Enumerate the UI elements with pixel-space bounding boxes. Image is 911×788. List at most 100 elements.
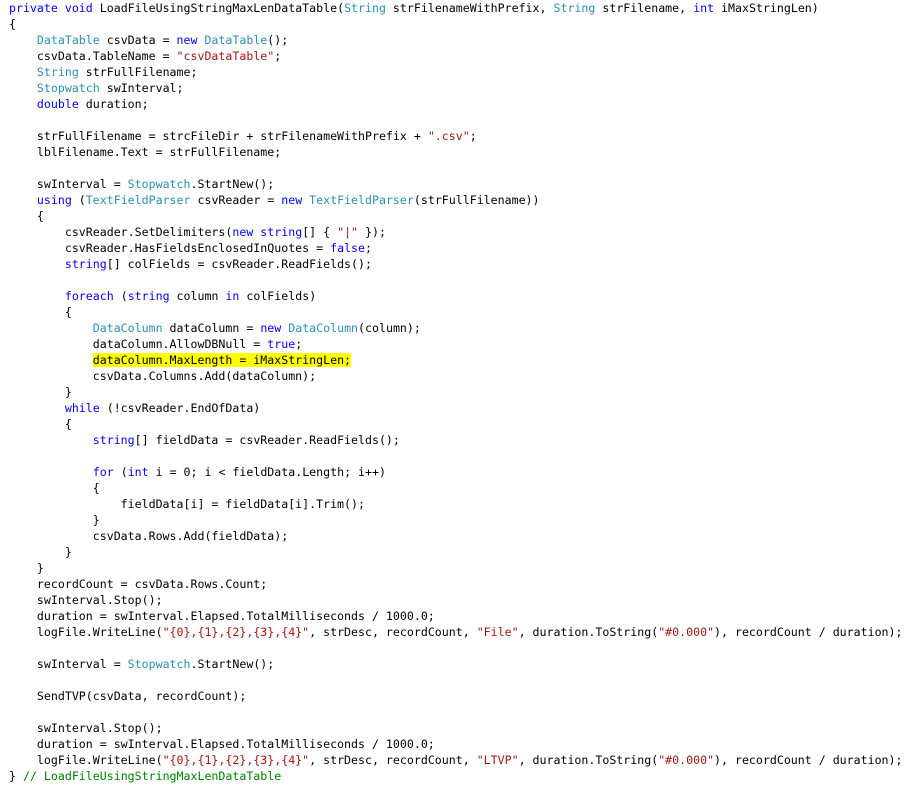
code-line[interactable]: logFile.WriteLine("{0},{1},{2},{3},{4}",… [9,752,903,768]
code-text: swInterval.Stop(); [9,721,163,735]
code-text: .StartNew(); [190,657,275,671]
code-line[interactable] [9,640,903,656]
code-line[interactable]: DataTable csvData = new DataTable(); [9,32,903,48]
type-token: TextFieldParser [309,193,414,207]
code-line[interactable] [9,704,903,720]
code-line[interactable]: dataColumn.AllowDBNull = true; [9,336,903,352]
code-line[interactable]: swInterval = Stopwatch.StartNew(); [9,656,903,672]
code-line[interactable]: duration = swInterval.Elapsed.TotalMilli… [9,608,903,624]
code-editor[interactable]: private void LoadFileUsingStringMaxLenDa… [9,0,903,784]
code-line[interactable]: fieldData[i] = fieldData[i].Trim(); [9,496,903,512]
code-line[interactable]: swInterval.Stop(); [9,720,903,736]
code-line[interactable] [9,272,903,288]
code-line[interactable] [9,672,903,688]
code-line[interactable]: double duration; [9,96,903,112]
code-line[interactable]: dataColumn.MaxLength = iMaxStringLen; [9,352,903,368]
code-text: } [9,561,44,575]
code-text: ), recordCount / duration); [714,753,903,767]
code-line[interactable]: for (int i = 0; i < fieldData.Length; i+… [9,464,903,480]
type-token: DataTable [204,33,268,47]
code-line[interactable]: { [9,480,903,496]
code-line[interactable]: csvReader.SetDelimiters(new string[] { "… [9,224,903,240]
code-text: [] { [302,225,338,239]
code-text: , strDesc, recordCount, [309,753,477,767]
code-line[interactable]: csvReader.HasFieldsEnclosedInQuotes = fa… [9,240,903,256]
code-line[interactable] [9,112,903,128]
code-line[interactable]: { [9,16,903,32]
code-line[interactable]: Stopwatch swInterval; [9,80,903,96]
string-literal: "csvDataTable" [176,49,275,63]
code-line[interactable]: } [9,512,903,528]
code-text: i = 0; i < fieldData.Length; i++) [148,465,386,479]
code-line[interactable]: } [9,544,903,560]
code-text: ; [274,49,282,63]
code-line[interactable]: csvData.Columns.Add(dataColumn); [9,368,903,384]
keyword-token: string [64,257,107,271]
code-line[interactable]: DataColumn dataColumn = new DataColumn(c… [9,320,903,336]
code-text: ), recordCount / duration); [714,625,903,639]
code-line[interactable]: { [9,304,903,320]
code-text: { [9,17,16,31]
code-text: strFullFilename; [78,65,198,79]
code-line[interactable]: { [9,416,903,432]
code-line[interactable]: } [9,560,903,576]
code-line[interactable] [9,448,903,464]
code-text: csvReader.HasFieldsEnclosedInQuotes = [9,241,331,255]
code-text: swInterval = [9,177,128,191]
code-text: strFilename, [595,1,694,15]
code-text: swInterval.Stop(); [9,593,163,607]
code-line[interactable]: } [9,384,903,400]
code-line[interactable]: strFullFilename = strcFileDir + strFilen… [9,128,903,144]
string-literal: "#0.000" [658,625,715,639]
code-text: swInterval; [99,81,184,95]
code-text: lblFilename.Text = strFullFilename; [9,145,282,159]
code-text: csvReader.SetDelimiters( [9,225,233,239]
code-text: csvReader = [190,193,282,207]
code-text: [] colFields = csvReader.ReadFields(); [106,257,372,271]
keyword-token: new [281,193,310,207]
code-line[interactable]: string[] fieldData = csvReader.ReadField… [9,432,903,448]
code-line[interactable]: while (!csvReader.EndOfData) [9,400,903,416]
code-line[interactable]: swInterval = Stopwatch.StartNew(); [9,176,903,192]
code-text: ; [295,337,303,351]
code-line[interactable]: private void LoadFileUsingStringMaxLenDa… [9,0,903,16]
type-token: DataTable [36,33,100,47]
keyword-token: false [330,241,365,255]
code-text: LoadFileUsingStringMaxLenDataTable( [99,1,345,15]
keyword-token: foreach [64,289,114,303]
type-token: Stopwatch [36,81,100,95]
keyword-token: int [693,1,715,15]
code-line[interactable] [9,160,903,176]
code-text: (column); [358,321,421,335]
code-line[interactable]: SendTVP(csvData, recordCount); [9,688,903,704]
code-text: } [9,545,72,559]
code-line[interactable]: } // LoadFileUsingStringMaxLenDataTable [9,768,903,784]
code-line[interactable]: csvData.TableName = "csvDataTable"; [9,48,903,64]
keyword-token: string [92,433,135,447]
code-text: ( [71,193,86,207]
code-line[interactable]: String strFullFilename; [9,64,903,80]
code-text: csvData.Columns.Add(dataColumn); [9,369,317,383]
code-line[interactable]: logFile.WriteLine("{0},{1},{2},{3},{4}",… [9,624,903,640]
code-text: { [9,481,100,495]
code-line[interactable]: string[] colFields = csvReader.ReadField… [9,256,903,272]
code-line[interactable]: duration = swInterval.Elapsed.TotalMilli… [9,736,903,752]
code-text: (strFullFilename)) [413,193,540,207]
code-line[interactable]: foreach (string column in colFields) [9,288,903,304]
string-literal: "{0},{1},{2},{3},{4}" [162,753,310,767]
code-text: ( [113,465,128,479]
code-text: .StartNew(); [190,177,275,191]
code-line[interactable]: { [9,208,903,224]
string-literal: "{0},{1},{2},{3},{4}" [162,625,310,639]
code-line[interactable]: csvData.Rows.Add(fieldData); [9,528,903,544]
code-line[interactable]: recordCount = csvData.Rows.Count; [9,576,903,592]
code-line[interactable]: lblFilename.Text = strFullFilename; [9,144,903,160]
code-text: fieldData[i] = fieldData[i].Trim(); [9,497,365,511]
code-text: swInterval = [9,657,128,671]
code-line[interactable]: using (TextFieldParser csvReader = new T… [9,192,903,208]
code-line[interactable]: swInterval.Stop(); [9,592,903,608]
